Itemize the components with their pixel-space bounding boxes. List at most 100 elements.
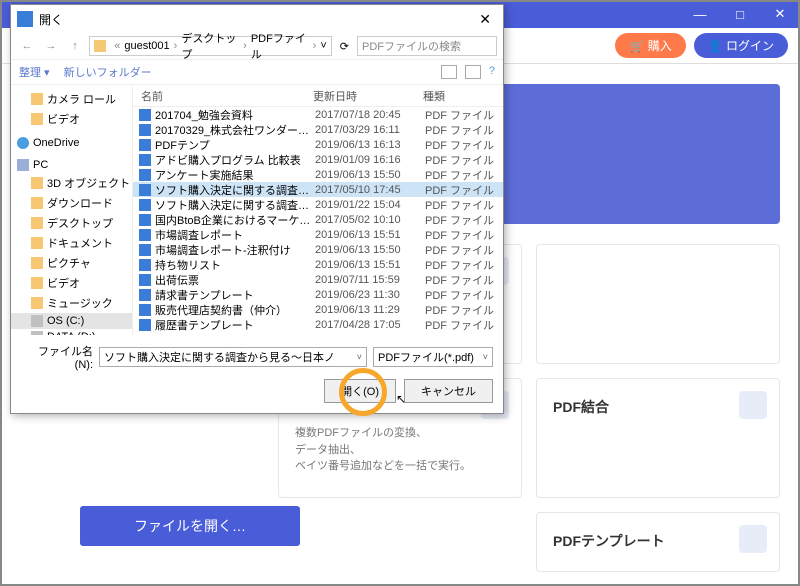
breadcrumb[interactable]: « guest001 › デスクトップ › PDFファイル › ˅: [89, 36, 332, 56]
file-name: 請求書テンプレート: [155, 287, 315, 303]
folder-icon: [94, 40, 106, 52]
crumb[interactable]: guest001: [124, 40, 169, 52]
card-combine[interactable]: PDF結合: [536, 378, 780, 498]
pdf-icon: [139, 304, 151, 316]
back-button[interactable]: ←: [17, 40, 37, 52]
file-row[interactable]: アンケート実施結果2019/06/13 15:50PDF ファイル: [133, 167, 503, 182]
close-button[interactable]: ✕: [760, 0, 800, 28]
tree-item[interactable]: 3D オブジェクト: [11, 173, 132, 193]
minimize-button[interactable]: —: [680, 0, 720, 28]
pdf-icon: [139, 154, 151, 166]
tree-item[interactable]: ドキュメント: [11, 233, 132, 253]
file-type: PDF ファイル: [425, 167, 503, 183]
view-icon[interactable]: [441, 65, 457, 79]
pdf-icon: [139, 199, 151, 211]
pdf-icon: [139, 139, 151, 151]
dialog-toolbar: 整理 ▾ 新しいフォルダー ?: [11, 59, 503, 85]
pdf-icon: [139, 244, 151, 256]
card-template[interactable]: PDFテンプレート: [536, 512, 780, 572]
file-name: 持ち物リスト: [155, 257, 315, 273]
tree-item[interactable]: ビデオ: [11, 109, 132, 129]
tree-item[interactable]: ミュージック: [11, 293, 132, 313]
tree-item[interactable]: ダウンロード: [11, 193, 132, 213]
folder-icon: [31, 257, 43, 269]
file-type: PDF ファイル: [425, 257, 503, 273]
tree-item-label: OneDrive: [33, 137, 79, 149]
maximize-button[interactable]: □: [720, 0, 760, 28]
card-blank[interactable]: [536, 244, 780, 364]
up-button[interactable]: ↑: [65, 40, 85, 52]
crumb[interactable]: PDFファイル: [251, 30, 309, 62]
forward-button[interactable]: →: [41, 40, 61, 52]
tree-item-label: ミュージック: [47, 295, 113, 311]
file-name: ソフト購入決定に関する調査から見る～...: [155, 197, 315, 213]
file-row[interactable]: 販売代理店契約書（仲介）2019/06/13 11:29PDF ファイル: [133, 302, 503, 317]
folder-icon: [31, 217, 43, 229]
search-placeholder: PDFファイルの検索: [362, 38, 461, 54]
file-type: PDF ファイル: [425, 197, 503, 213]
filetype-filter[interactable]: PDFファイル(*.pdf) ˅: [373, 347, 493, 367]
tree-item[interactable]: カメラ ロール: [11, 89, 132, 109]
file-date: 2019/06/23 11:30: [315, 289, 425, 301]
help-icon[interactable]: ?: [489, 65, 495, 79]
file-date: 2017/07/18 20:45: [315, 109, 425, 121]
file-row[interactable]: アドビ購入プログラム 比較表2019/01/09 16:16PDF ファイル: [133, 152, 503, 167]
folder-icon: [31, 297, 43, 309]
open-button[interactable]: 開く(O): [324, 379, 396, 403]
file-row[interactable]: ソフト購入決定に関する調査から見る～...2019/01/22 15:04PDF…: [133, 197, 503, 212]
tree-item-label: カメラ ロール: [47, 91, 116, 107]
filename-input[interactable]: ソフト購入決定に関する調査から見る～日本ノ ˅: [99, 347, 367, 367]
file-row[interactable]: 出荷伝票2019/07/11 15:59PDF ファイル: [133, 272, 503, 287]
address-bar: ← → ↑ « guest001 › デスクトップ › PDFファイル › ˅ …: [11, 33, 503, 59]
login-button[interactable]: 👤 ログイン: [694, 33, 788, 58]
pc-icon: [17, 159, 29, 171]
file-row[interactable]: 市場調査レポート-注釈付け2019/06/13 15:50PDF ファイル: [133, 242, 503, 257]
tree-item[interactable]: PC: [11, 157, 132, 173]
pdf-icon: [139, 109, 151, 121]
tree-item[interactable]: ピクチャ: [11, 253, 132, 273]
file-row[interactable]: 国内BtoB企業におけるマーケティング活...2017/05/02 10:10P…: [133, 212, 503, 227]
file-row[interactable]: 履歴書テンプレート2017/04/28 17:05PDF ファイル: [133, 317, 503, 332]
file-row[interactable]: 請求書テンプレート2019/06/23 11:30PDF ファイル: [133, 287, 503, 302]
new-folder-button[interactable]: 新しいフォルダー: [64, 64, 152, 80]
pdf-icon: [139, 214, 151, 226]
file-row[interactable]: ソフト購入決定に関する調査から見る～...2017/05/10 17:45PDF…: [133, 182, 503, 197]
list-header: 名前 更新日時 種類: [133, 85, 503, 107]
file-open-dialog: 開く ✕ ← → ↑ « guest001 › デスクトップ › PDFファイル…: [10, 4, 504, 414]
tree-item[interactable]: デスクトップ: [11, 213, 132, 233]
card-title: PDF結合: [553, 397, 763, 417]
file-type: PDF ファイル: [425, 317, 503, 333]
file-row[interactable]: 市場調査レポート2019/06/13 15:51PDF ファイル: [133, 227, 503, 242]
pdf-icon: [139, 169, 151, 181]
file-name: 20170329_株式会社ワンダーシェアーソ...: [155, 122, 315, 138]
refresh-icon[interactable]: ⟳: [340, 40, 349, 53]
preview-icon[interactable]: [465, 65, 481, 79]
tree-item[interactable]: OneDrive: [11, 135, 132, 151]
file-type: PDF ファイル: [425, 272, 503, 288]
dialog-close-icon[interactable]: ✕: [473, 11, 497, 28]
tree-item-label: ドキュメント: [47, 235, 113, 251]
col-name[interactable]: 名前: [133, 88, 313, 104]
template-icon: [739, 525, 767, 553]
file-row[interactable]: 持ち物リスト2019/06/13 15:51PDF ファイル: [133, 257, 503, 272]
open-file-button[interactable]: ファイルを開く…: [80, 506, 300, 546]
pdf-icon: [139, 289, 151, 301]
search-input[interactable]: PDFファイルの検索: [357, 36, 497, 56]
col-date[interactable]: 更新日時: [313, 88, 423, 104]
file-row[interactable]: 201704_勉強会資料2017/07/18 20:45PDF ファイル: [133, 107, 503, 122]
file-type: PDF ファイル: [425, 137, 503, 153]
col-type[interactable]: 種類: [423, 88, 503, 104]
nav-tree[interactable]: カメラ ロールビデオ OneDrive PC3D オブジェクトダウンロードデスクトッ…: [11, 85, 133, 335]
tree-item[interactable]: ビデオ: [11, 273, 132, 293]
buy-button[interactable]: 🛒 購入: [615, 33, 685, 58]
file-row[interactable]: 20170329_株式会社ワンダーシェアーソ...2017/03/29 16:1…: [133, 122, 503, 137]
crumb[interactable]: デスクトップ: [181, 30, 239, 62]
cancel-button[interactable]: キャンセル: [404, 379, 493, 403]
organize-button[interactable]: 整理 ▾: [19, 64, 50, 80]
tree-item[interactable]: OS (C:): [11, 313, 132, 329]
file-row[interactable]: PDFテンプ2019/06/13 16:13PDF ファイル: [133, 137, 503, 152]
tree-item-label: デスクトップ: [47, 215, 113, 231]
pdf-icon: [139, 274, 151, 286]
pdf-icon: [139, 319, 151, 331]
drive-icon: [31, 315, 43, 327]
